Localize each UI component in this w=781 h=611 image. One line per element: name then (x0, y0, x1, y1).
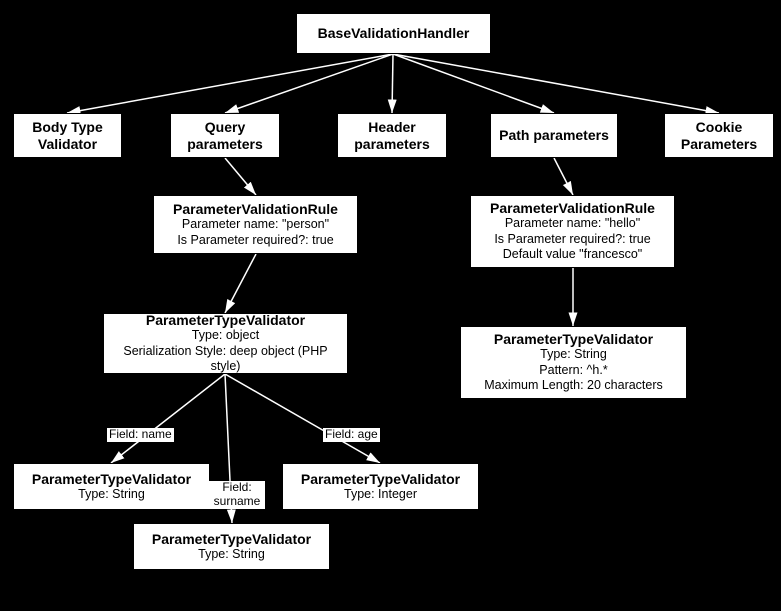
node-title: ParameterValidationRule (490, 200, 655, 216)
node-detail: Type: String (198, 547, 265, 563)
node-detail: Type: String (78, 487, 145, 503)
node-child-surname: ParameterTypeValidator Type: String (133, 523, 330, 570)
node-detail: Pattern: ^h.* (539, 363, 607, 379)
node-detail: Is Parameter required?: true (494, 232, 650, 248)
node-label: Cookie (696, 119, 743, 135)
edge-label-field-surname: Field: surname (209, 481, 265, 509)
node-label: parameters (187, 136, 263, 152)
node-label: Query (205, 119, 245, 135)
node-label: Path parameters (499, 127, 609, 143)
node-detail: Type: Integer (344, 487, 417, 503)
node-title: ParameterValidationRule (173, 201, 338, 217)
node-title: ParameterTypeValidator (301, 471, 460, 487)
node-label: Parameters (681, 136, 757, 152)
node-query-parameters: Query parameters (170, 113, 280, 158)
node-child-age: ParameterTypeValidator Type: Integer (282, 463, 479, 510)
node-detail: Maximum Length: 20 characters (484, 378, 663, 394)
root-title: BaseValidationHandler (318, 25, 470, 41)
node-label: parameters (354, 136, 430, 152)
node-child-name: ParameterTypeValidator Type: String (13, 463, 210, 510)
node-validation-rule-right: ParameterValidationRule Parameter name: … (470, 195, 675, 268)
node-detail: Default value "francesco" (503, 247, 643, 263)
node-type-validator-left: ParameterTypeValidator Type: object Seri… (103, 313, 348, 374)
node-detail: Is Parameter required?: true (177, 233, 333, 249)
node-validation-rule-left: ParameterValidationRule Parameter name: … (153, 195, 358, 254)
node-title: ParameterTypeValidator (146, 312, 305, 328)
node-title: ParameterTypeValidator (494, 331, 653, 347)
root-node: BaseValidationHandler (296, 13, 491, 54)
node-label: Header (368, 119, 415, 135)
edge-label-field-name: Field: name (107, 428, 174, 442)
node-detail: Serialization Style: deep object (PHP st… (110, 344, 341, 375)
node-type-validator-right: ParameterTypeValidator Type: String Patt… (460, 326, 687, 399)
edge-label-line2: surname (214, 494, 261, 508)
edge-label-field-age: Field: age (323, 428, 380, 442)
node-label: Body Type (32, 119, 103, 135)
node-detail: Parameter name: "person" (182, 217, 329, 233)
node-path-parameters: Path parameters (490, 113, 618, 158)
node-header-parameters: Header parameters (337, 113, 447, 158)
node-title: ParameterTypeValidator (152, 531, 311, 547)
node-detail: Type: object (192, 328, 259, 344)
node-detail: Parameter name: "hello" (505, 216, 640, 232)
edge-label-line1: Field: (222, 480, 251, 494)
node-title: ParameterTypeValidator (32, 471, 191, 487)
node-body-type-validator: Body Type Validator (13, 113, 122, 158)
node-label: Validator (38, 136, 97, 152)
node-detail: Type: String (540, 347, 607, 363)
node-cookie-parameters: Cookie Parameters (664, 113, 774, 158)
